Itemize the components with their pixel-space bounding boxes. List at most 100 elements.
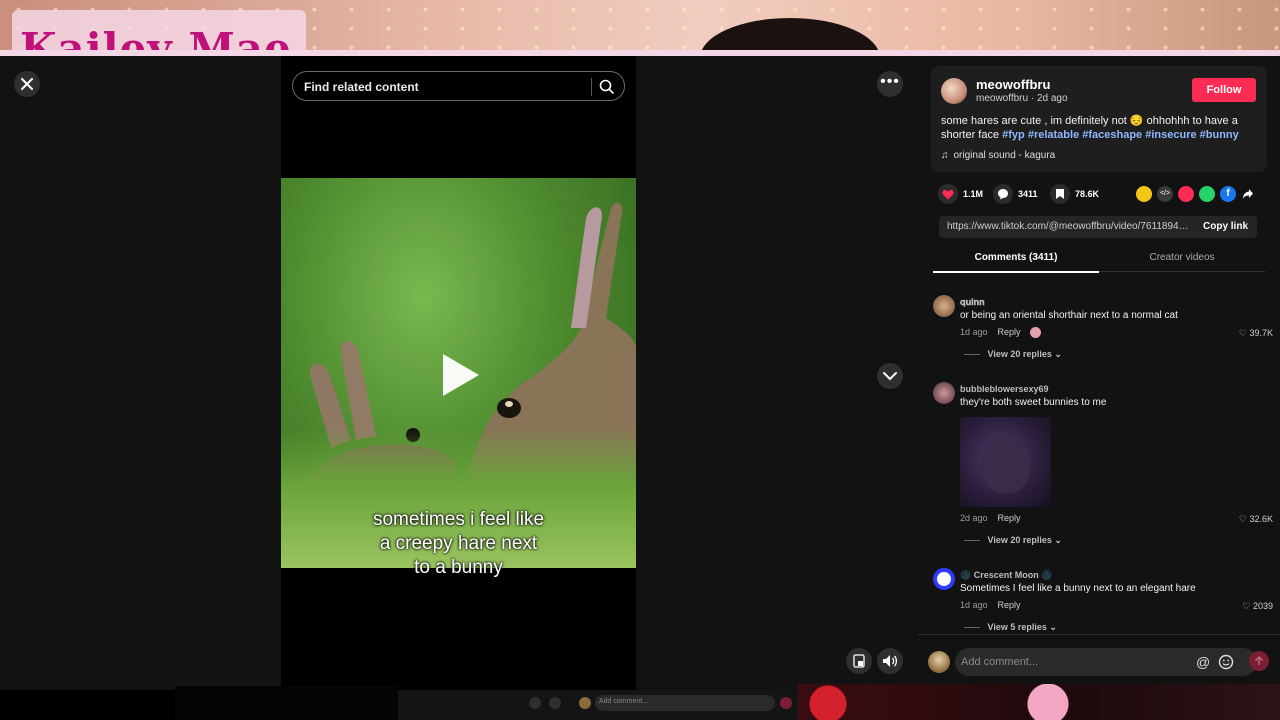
heart-outline-icon: ♡: [1242, 601, 1251, 611]
comment-count: 3411: [1018, 189, 1038, 199]
comment-time: 1d ago: [960, 600, 988, 610]
mini-volume-icon: [549, 697, 561, 709]
next-video-button[interactable]: [877, 363, 903, 389]
commenter-avatar[interactable]: [933, 382, 955, 404]
comment-time: 1d ago: [960, 327, 988, 337]
facebook-icon[interactable]: f: [1220, 186, 1236, 202]
comment-list: 𝐪𝐮𝐢𝐧𝐧 or being an oriental shorthair nex…: [918, 278, 1280, 634]
search-icon[interactable]: [599, 79, 614, 94]
author-card: meowoffbru meowoffbru · 2d ago Follow so…: [931, 66, 1267, 172]
comment-text: or being an oriental shorthair next to a…: [960, 310, 1178, 321]
copy-link-button[interactable]: Copy link: [1203, 221, 1248, 232]
view-replies-button[interactable]: View 20 replies ⌄: [964, 535, 1062, 546]
search-placeholder: Find related content: [304, 80, 419, 94]
save-count: 78.6K: [1075, 189, 1100, 199]
share-arrow-icon[interactable]: [1242, 188, 1254, 200]
my-avatar: [928, 651, 950, 673]
comment-button[interactable]: 3411: [993, 184, 1038, 204]
engagement-bar: 1.1M 3411 78.6K </> f: [938, 184, 1268, 204]
more-options-button[interactable]: •••: [877, 71, 903, 97]
details-panel: meowoffbru meowoffbru · 2d ago Follow so…: [918, 56, 1280, 690]
comment-image[interactable]: [960, 417, 1051, 507]
embed-icon[interactable]: </>: [1157, 186, 1173, 202]
chevron-down-icon: ⌄: [1054, 349, 1062, 359]
tab-comments[interactable]: Comments (3411): [933, 252, 1099, 273]
comment-composer: Add comment... @: [918, 634, 1280, 690]
capture-region-dark: [175, 686, 398, 720]
heart-icon: [938, 184, 958, 204]
view-replies-button[interactable]: View 5 replies ⌄: [964, 622, 1057, 633]
music-note-icon: ♫: [941, 150, 949, 161]
comment-icon: [993, 184, 1013, 204]
commenter-avatar[interactable]: [933, 295, 955, 317]
reply-button[interactable]: Reply: [998, 327, 1021, 337]
sound-link[interactable]: ♫ original sound - kagura: [941, 150, 1055, 161]
volume-button[interactable]: [877, 648, 903, 674]
reply-button[interactable]: Reply: [998, 600, 1021, 610]
view-replies-label: View 20 replies: [987, 349, 1052, 359]
send-to-friends-icon[interactable]: [1178, 186, 1194, 202]
like-button[interactable]: 1.1M: [938, 184, 983, 204]
comment-like[interactable]: ♡ 39.7K: [1239, 328, 1273, 339]
mini-comment-input: Add comment...: [595, 695, 775, 711]
author-username[interactable]: meowoffbru: [976, 77, 1050, 92]
reply-button[interactable]: Reply: [998, 513, 1021, 523]
comment-meta: 1d ago Reply: [960, 600, 1021, 610]
caption-line: sometimes i feel like: [372, 509, 545, 530]
stream-overlay-top: Kailey Mae: [0, 0, 1280, 56]
panel-tabs: Comments (3411) Creator videos: [933, 246, 1265, 273]
view-replies-label: View 20 replies: [987, 535, 1052, 545]
volume-icon: [883, 655, 898, 667]
close-button[interactable]: [14, 71, 40, 97]
hashtags[interactable]: #fyp #relatable #faceshape #insecure #bu…: [1002, 129, 1239, 141]
chevron-down-icon: ⌄: [1049, 622, 1057, 632]
emoji-share-icon[interactable]: [1136, 186, 1152, 202]
more-icon: •••: [880, 73, 900, 90]
author-subline: meowoffbru · 2d ago: [976, 93, 1068, 104]
search-divider: [591, 78, 592, 96]
comment-like[interactable]: ♡ 2039: [1242, 601, 1273, 612]
heart-outline-icon: ♡: [1238, 514, 1247, 524]
comment-like[interactable]: ♡ 32.6K: [1239, 514, 1273, 525]
comment-like-count: 39.7K: [1249, 328, 1273, 338]
close-icon: [21, 78, 33, 90]
tab-creator-videos[interactable]: Creator videos: [1099, 252, 1265, 263]
commenter-name[interactable]: 🌑 Crescent Moon 🌑: [960, 570, 1052, 581]
author-avatar[interactable]: [941, 78, 967, 104]
save-button[interactable]: 78.6K: [1050, 184, 1099, 204]
search-input[interactable]: Find related content: [292, 71, 625, 101]
sound-name: original sound - kagura: [953, 150, 1056, 161]
video-modal: Find related content sometimes i feel li…: [0, 56, 1280, 690]
commenter-name[interactable]: 𝐪𝐮𝐢𝐧𝐧: [960, 297, 985, 308]
bookmark-icon: [1050, 184, 1070, 204]
commenter-avatar[interactable]: [933, 568, 955, 590]
comment-text: they're both sweet bunnies to me: [960, 397, 1107, 408]
copy-link-field: https://www.tiktok.com/@meowoffbru/video…: [939, 216, 1257, 238]
heart-outline-icon: ♡: [1238, 328, 1247, 338]
view-replies-label: View 5 replies: [987, 622, 1047, 632]
video-description: some hares are cute , im definitely not …: [941, 114, 1261, 142]
follow-button[interactable]: Follow: [1192, 78, 1256, 102]
chevron-down-icon: [883, 372, 897, 381]
picture-in-picture-button[interactable]: [846, 648, 872, 674]
view-replies-button[interactable]: View 20 replies ⌄: [964, 349, 1062, 360]
webcam-region: [798, 684, 1280, 720]
add-comment-input[interactable]: Add comment... @: [955, 648, 1257, 676]
whatsapp-icon[interactable]: [1199, 186, 1215, 202]
comment-meta: 2d ago Reply: [960, 513, 1021, 523]
post-comment-button[interactable]: [1249, 651, 1269, 671]
add-comment-placeholder: Add comment...: [961, 656, 1039, 668]
emoji-icon[interactable]: [1218, 654, 1234, 670]
commenter-name[interactable]: bubbleblowersexy69: [960, 384, 1049, 394]
mention-icon[interactable]: @: [1196, 654, 1210, 670]
comment-like-count: 32.6K: [1249, 514, 1273, 524]
video-url[interactable]: https://www.tiktok.com/@meowoffbru/video…: [947, 221, 1192, 232]
comment-text: Sometimes I feel like a bunny next to an…: [960, 583, 1196, 594]
play-icon[interactable]: [443, 354, 479, 396]
video-column: Find related content sometimes i feel li…: [281, 56, 636, 690]
video-caption: sometimes i feel like a creepy hare next…: [281, 508, 636, 580]
comment-time: 2d ago: [960, 513, 988, 523]
comment-meta: 1d ago Reply: [960, 327, 1042, 339]
chevron-down-icon: ⌄: [1054, 535, 1062, 545]
mini-post-icon: [780, 697, 792, 709]
